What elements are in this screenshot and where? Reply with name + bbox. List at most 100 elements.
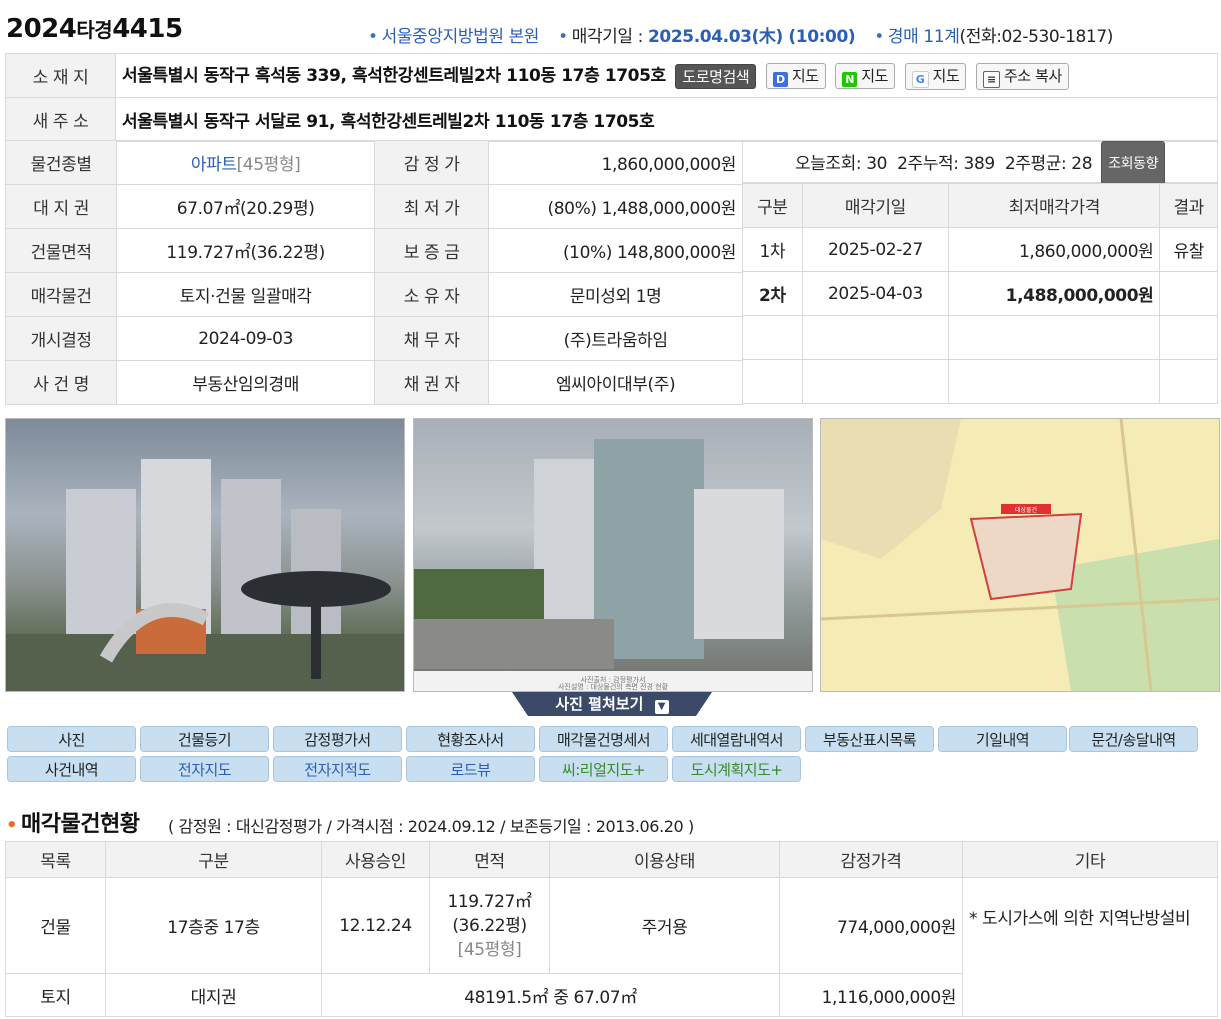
- case-value: 부동산임의경매: [116, 360, 375, 405]
- goods-col-price: 감정가격: [779, 841, 963, 878]
- goods-col-kind: 구분: [105, 841, 322, 878]
- nav-real-map[interactable]: 씨:리얼지도+: [539, 756, 668, 782]
- new-address-row: 새 주 소 서울특별시 동작구 서달로 91, 흑석한강센트레빌2차 110동 …: [5, 97, 1218, 142]
- goods-area: 48191.5㎡ 중 67.07㎡: [321, 973, 780, 1017]
- goods-note: * 도시가스에 의한 지역난방설비: [962, 877, 1218, 1017]
- goods-col-use: 이용상태: [549, 841, 780, 878]
- creditor-label: 채 권 자: [373, 360, 490, 405]
- goods-price: 1,116,000,000원: [779, 973, 963, 1017]
- naver-map-button[interactable]: N 지도: [835, 63, 896, 90]
- new-address-value: 서울특별시 동작구 서달로 91, 흑석한강센트레빌2차 110동 17층 17…: [115, 97, 1218, 142]
- goods-area-sqm: 119.727㎡: [447, 891, 532, 912]
- dept-phone: (전화:02-530-1817): [959, 27, 1113, 47]
- type-label: 물건종별: [4, 140, 118, 185]
- photo-location-map[interactable]: 대상물건: [820, 418, 1220, 692]
- goods-col-note: 기타: [962, 841, 1218, 878]
- section-title: • 매각물건현황: [6, 806, 140, 838]
- road-search-button[interactable]: 도로명검색: [675, 63, 757, 89]
- photo-building-side-image: 사진출처 : 감정평가서 사진설명 : 대상물건의 측면 전경 현황: [414, 439, 812, 691]
- sale-date: 2025.04.03(木) (10:00): [648, 27, 856, 47]
- goods-item: 건물: [5, 877, 106, 974]
- round-col-header: 구분: [742, 183, 803, 228]
- trend-button[interactable]: 조회동향: [1101, 141, 1166, 187]
- land-label: 대 지 권: [4, 184, 118, 229]
- goods-kind: 대지권: [105, 973, 322, 1017]
- nav-e-map[interactable]: 전자지도: [140, 756, 269, 782]
- goods-table: 목록 구분 사용승인 면적 이용상태 감정가격 기타 건물 17층중 17층 1…: [5, 841, 1218, 1017]
- owner-label: 소 유 자: [373, 272, 490, 317]
- nav-specification[interactable]: 매각물건명세서: [539, 726, 668, 752]
- round-header-row: 구분 매각기일 최저매각가격 결과: [742, 183, 1218, 228]
- today-views: 오늘조회: 30: [794, 154, 888, 174]
- start-label: 개시결정: [4, 316, 118, 361]
- building-label: 건물면적: [4, 228, 118, 273]
- photo-caption-2: 사진설명 : 대상물건의 측면 전경 현황: [558, 682, 669, 691]
- nav-property-list[interactable]: 부동산표시목록: [805, 726, 934, 752]
- bullet-icon: •: [368, 27, 378, 47]
- header-info: • 서울중앙지방법원 본원 • 매각기일 : 2025.04.03(木) (10:0…: [368, 22, 1113, 47]
- goods-col-approved: 사용승인: [321, 841, 430, 878]
- result-col-header: 결과: [1159, 183, 1218, 228]
- nav-photo[interactable]: 사진: [7, 726, 136, 752]
- google-map-button[interactable]: G 지도: [904, 62, 967, 90]
- result-cell: [1159, 271, 1218, 316]
- round-row: [742, 359, 1218, 404]
- owner-value: 문미성외 1명: [488, 272, 743, 317]
- nav-building-registry[interactable]: 건물등기: [140, 726, 269, 752]
- case-type: 타경: [76, 18, 113, 42]
- object-label: 매각물건: [4, 272, 118, 317]
- naver-map-label: 지도: [861, 67, 889, 86]
- date-cell: 2025-04-03: [801, 271, 950, 316]
- minimum-label: 최 저 가: [373, 184, 490, 229]
- debtor-label: 채 무 자: [373, 316, 490, 361]
- bullet-icon: •: [874, 27, 884, 47]
- nav-e-cadastral[interactable]: 전자지적도: [273, 756, 402, 782]
- type-extra: [45평형]: [236, 155, 301, 175]
- nav-appraisal[interactable]: 감정평가서: [273, 726, 402, 752]
- daum-map-button[interactable]: D 지도: [765, 63, 826, 90]
- photo-apartment-playground[interactable]: [5, 418, 405, 692]
- dept-link[interactable]: 경매 11계: [888, 27, 960, 47]
- goods-col-area: 면적: [429, 841, 550, 878]
- round-table: 구분 매각기일 최저매각가격 결과 1차 2025-02-27 1,860,00…: [742, 183, 1218, 404]
- photo-building-side[interactable]: 사진출처 : 감정평가서 사진설명 : 대상물건의 측면 전경 현황: [413, 418, 813, 692]
- address-table: 소 재 지 서울특별시 동작구 흑석동 339, 흑석한강센트레빌2차 110동…: [5, 53, 1218, 142]
- appraisal-label: 감 정 가: [373, 140, 490, 185]
- nav-roadview[interactable]: 로드뷰: [406, 756, 535, 782]
- nav-case-history[interactable]: 사건내역: [7, 756, 136, 782]
- copy-address-button[interactable]: ≡ 주소 복사: [975, 62, 1069, 90]
- photo-expand-button[interactable]: 사진 펼쳐보기 ▼: [512, 692, 712, 716]
- section-title-text: 매각물건현황: [21, 812, 140, 837]
- nav-survey[interactable]: 현황조사서: [406, 726, 535, 752]
- google-icon: G: [911, 70, 929, 88]
- case-serial: 4415: [112, 14, 183, 44]
- minimum-value: (80%) 1,488,000,000원: [488, 184, 743, 229]
- court-link[interactable]: 서울중앙지방법원 본원: [382, 27, 540, 47]
- info-row: 건물면적 119.727㎡(36.22평) 보 증 금 (10%) 148,80…: [4, 228, 743, 273]
- date-cell: 2025-02-27: [801, 227, 950, 272]
- case-label: 사 건 명: [4, 360, 118, 405]
- nav-urban-plan-map[interactable]: 도시계획지도+: [672, 756, 801, 782]
- two-week-avg: 2주평균: 28: [1004, 154, 1093, 174]
- goods-approved: 12.12.24: [321, 877, 430, 974]
- info-row: 물건종별 아파트[45평형] 감 정 가 1,860,000,000원: [4, 140, 743, 185]
- goods-header-row: 목록 구분 사용승인 면적 이용상태 감정가격 기타: [5, 841, 1218, 878]
- case-year: 2024: [6, 14, 77, 44]
- round-cell: 1차: [742, 227, 803, 272]
- land-value: 67.07㎡(20.29평): [116, 184, 375, 229]
- goods-area: 119.727㎡ (36.22평) [45평형]: [429, 877, 550, 974]
- round-row: 1차 2025-02-27 1,860,000,000원 유찰: [742, 227, 1218, 272]
- nav-household[interactable]: 세대열람내역서: [672, 726, 801, 752]
- nav-documents[interactable]: 문건/송달내역: [1069, 726, 1198, 752]
- round-row: 2차 2025-04-03 1,488,000,000원: [742, 271, 1218, 316]
- type-value[interactable]: 아파트: [191, 155, 237, 175]
- view-stats: 오늘조회: 30 2주누적: 389 2주평균: 28 조회동향: [742, 140, 1218, 187]
- goods-price: 774,000,000원: [779, 877, 963, 974]
- daum-icon: D: [772, 72, 788, 88]
- goods-use: 주거용: [549, 877, 780, 974]
- info-row: 매각물건 토지·건물 일괄매각 소 유 자 문미성외 1명: [4, 272, 743, 317]
- chevron-down-icon: ▼: [654, 700, 669, 714]
- object-value: 토지·건물 일괄매각: [116, 272, 375, 317]
- nav-date-history[interactable]: 기일내역: [938, 726, 1067, 752]
- price-cell: 1,488,000,000원: [948, 271, 1161, 316]
